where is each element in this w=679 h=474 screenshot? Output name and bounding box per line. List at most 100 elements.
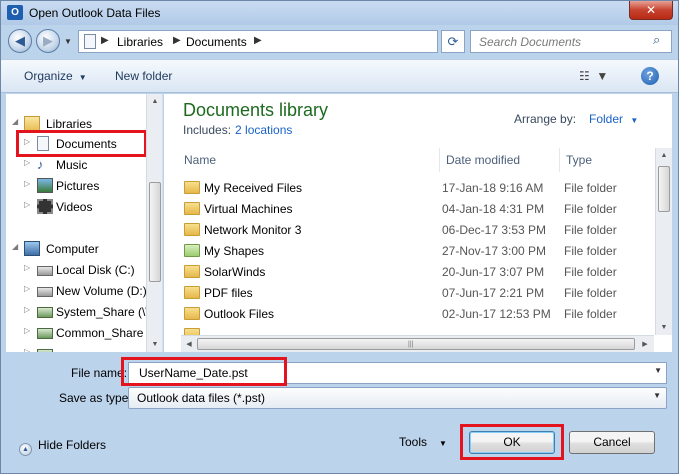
column-header-date[interactable]: Date modified [440, 148, 560, 172]
close-button[interactable]: ✕ [629, 1, 673, 20]
chevron-right-icon[interactable]: ▶ [254, 35, 262, 46]
drive-icon [37, 287, 53, 297]
chevron-down-icon: ▼ [630, 116, 639, 125]
expand-arrow-icon[interactable]: ▷ [24, 284, 30, 293]
content-scroll-thumb[interactable] [658, 166, 670, 212]
column-header-type[interactable]: Type [560, 148, 656, 172]
libraries-folder-icon [24, 116, 40, 131]
tools-label: Tools [399, 435, 428, 449]
file-name-label: File name: [71, 366, 128, 380]
nav-item-computer[interactable]: ◢ Computer [6, 239, 148, 259]
refresh-button[interactable]: ⟳ [441, 30, 465, 53]
scroll-left-icon[interactable]: ◀ [181, 337, 197, 352]
drive-icon [37, 266, 53, 276]
folder-icon [184, 202, 200, 215]
documents-highlight-box [16, 130, 147, 157]
file-row[interactable]: PDF files 07-Jun-17 2:21 PM File folder [178, 283, 656, 304]
scroll-down-icon[interactable]: ▼ [656, 320, 672, 335]
file-row[interactable]: Outlook Files 02-Jun-17 12:53 PM File fo… [178, 304, 656, 325]
save-as-type-select[interactable]: Outlook data files (*.pst) ▼ [128, 387, 667, 409]
library-title: Documents library [183, 100, 329, 120]
cancel-button[interactable]: Cancel [569, 431, 655, 454]
expand-arrow-icon[interactable]: ◢ [12, 117, 18, 126]
open-outlook-data-files-dialog: O Open Outlook Data Files ✕ ◀ ▶ ▼ ▶ Libr… [0, 0, 679, 474]
arrange-by-label: Arrange by: [514, 112, 577, 126]
nav-item-music[interactable]: ▷ ♪ Music [6, 155, 148, 175]
file-date: 20-Jun-17 3:07 PM [442, 265, 545, 279]
search-placeholder: Search Documents [479, 35, 582, 49]
locations-link[interactable]: 2 locations [235, 123, 292, 137]
breadcrumb-libraries[interactable]: Libraries [117, 35, 163, 49]
address-bar[interactable]: ▶ Libraries ▶ Documents ▶ ▼ [78, 30, 512, 53]
chevron-up-icon: ▲ [19, 443, 32, 456]
chevron-down-icon[interactable]: ▼ [654, 366, 662, 375]
file-type: File folder [564, 181, 617, 195]
network-drive-icon [37, 328, 53, 339]
hide-folders-button[interactable]: ▲ Hide Folders [19, 438, 106, 456]
file-date: 07-Jun-17 2:21 PM [442, 286, 545, 300]
file-type: File folder [564, 244, 617, 258]
nav-label-common-share: Common_Share [56, 326, 144, 340]
file-row-partial[interactable] [178, 325, 656, 335]
breadcrumb-documents[interactable]: Documents [186, 35, 247, 49]
content-pane: Documents library Includes: 2 locations A… [164, 94, 672, 352]
chevron-right-icon[interactable]: ▶ [173, 35, 181, 46]
search-icon[interactable]: ⌕ [653, 32, 660, 48]
expand-arrow-icon[interactable]: ▷ [24, 158, 30, 167]
nav-item-partial[interactable]: ▷ [6, 344, 148, 352]
nav-item-local-disk[interactable]: ▷ Local Disk (C:) [6, 260, 148, 280]
new-folder-button[interactable]: New folder [115, 69, 172, 83]
recent-pages-dropdown-icon[interactable]: ▼ [64, 37, 72, 46]
nav-item-new-volume[interactable]: ▷ New Volume (D:) [6, 281, 148, 301]
forward-button[interactable]: ▶ [36, 29, 60, 53]
chevron-right-icon[interactable]: ▶ [101, 35, 109, 46]
outlook-icon: O [7, 5, 23, 20]
file-row[interactable]: My Shapes 27-Nov-17 3:00 PM File folder [178, 241, 656, 262]
nav-scroll-thumb[interactable] [149, 182, 161, 282]
scroll-up-icon[interactable]: ▲ [147, 94, 162, 109]
folder-icon [184, 328, 200, 335]
expand-arrow-icon[interactable]: ▷ [24, 347, 30, 352]
expand-arrow-icon[interactable]: ◢ [12, 242, 18, 251]
arrange-by-dropdown[interactable]: Folder ▼ [589, 112, 638, 126]
includes-label: Includes: [183, 123, 232, 137]
tools-menu[interactable]: Tools ▼ [399, 435, 447, 449]
file-row[interactable]: Virtual Machines 04-Jan-18 4:31 PM File … [178, 199, 656, 220]
nav-item-system-share[interactable]: ▷ System_Share (\\ [6, 302, 149, 322]
file-name: SolarWinds [204, 265, 266, 279]
organize-menu[interactable]: Organize ▼ [24, 69, 87, 83]
file-row[interactable]: SolarWinds 20-Jun-17 3:07 PM File folder [178, 262, 656, 283]
expand-arrow-icon[interactable]: ▷ [24, 305, 30, 314]
search-input[interactable]: Search Documents ⌕ [470, 30, 672, 53]
title-bar: O Open Outlook Data Files ✕ [1, 1, 678, 25]
horizontal-scrollbar[interactable]: ◀ ||| ▶ [181, 335, 654, 352]
file-type: File folder [564, 223, 617, 237]
chevron-down-icon: ▼ [439, 439, 447, 448]
column-header-name[interactable]: Name [178, 148, 440, 172]
nav-scrollbar[interactable]: ▲ ▼ [146, 94, 162, 352]
file-date: 27-Nov-17 3:00 PM [442, 244, 547, 258]
nav-label-local-disk: Local Disk (C:) [56, 263, 135, 277]
file-row[interactable]: My Received Files 17-Jan-18 9:16 AM File… [178, 178, 656, 199]
expand-arrow-icon[interactable]: ▷ [24, 179, 30, 188]
file-date: 04-Jan-18 4:31 PM [442, 202, 545, 216]
expand-arrow-icon[interactable]: ▷ [24, 200, 30, 209]
horizontal-scroll-thumb[interactable]: ||| [197, 338, 635, 350]
scroll-right-icon[interactable]: ▶ [637, 337, 653, 352]
help-button[interactable]: ? [641, 67, 659, 85]
expand-arrow-icon[interactable]: ▷ [24, 326, 30, 335]
back-button[interactable]: ◀ [8, 29, 32, 53]
command-toolbar: Organize ▼ New folder ☷ ▼ ? [1, 59, 678, 93]
file-name: My Received Files [204, 181, 303, 195]
nav-item-common-share[interactable]: ▷ Common_Share [6, 323, 148, 343]
nav-item-videos[interactable]: ▷ Videos [6, 197, 148, 217]
change-view-button[interactable]: ☷ ▼ [579, 69, 608, 83]
navigation-pane: ◢ Libraries ▷ Documents ▷ ♪ Music ▷ Pict… [6, 94, 163, 352]
nav-item-pictures[interactable]: ▷ Pictures [6, 176, 148, 196]
file-row[interactable]: Network Monitor 3 06-Dec-17 3:53 PM File… [178, 220, 656, 241]
file-date: 17-Jan-18 9:16 AM [442, 181, 544, 195]
scroll-down-icon[interactable]: ▼ [147, 337, 162, 352]
scroll-up-icon[interactable]: ▲ [656, 148, 672, 163]
expand-arrow-icon[interactable]: ▷ [24, 263, 30, 272]
content-scrollbar[interactable]: ▲ ▼ [655, 148, 672, 335]
